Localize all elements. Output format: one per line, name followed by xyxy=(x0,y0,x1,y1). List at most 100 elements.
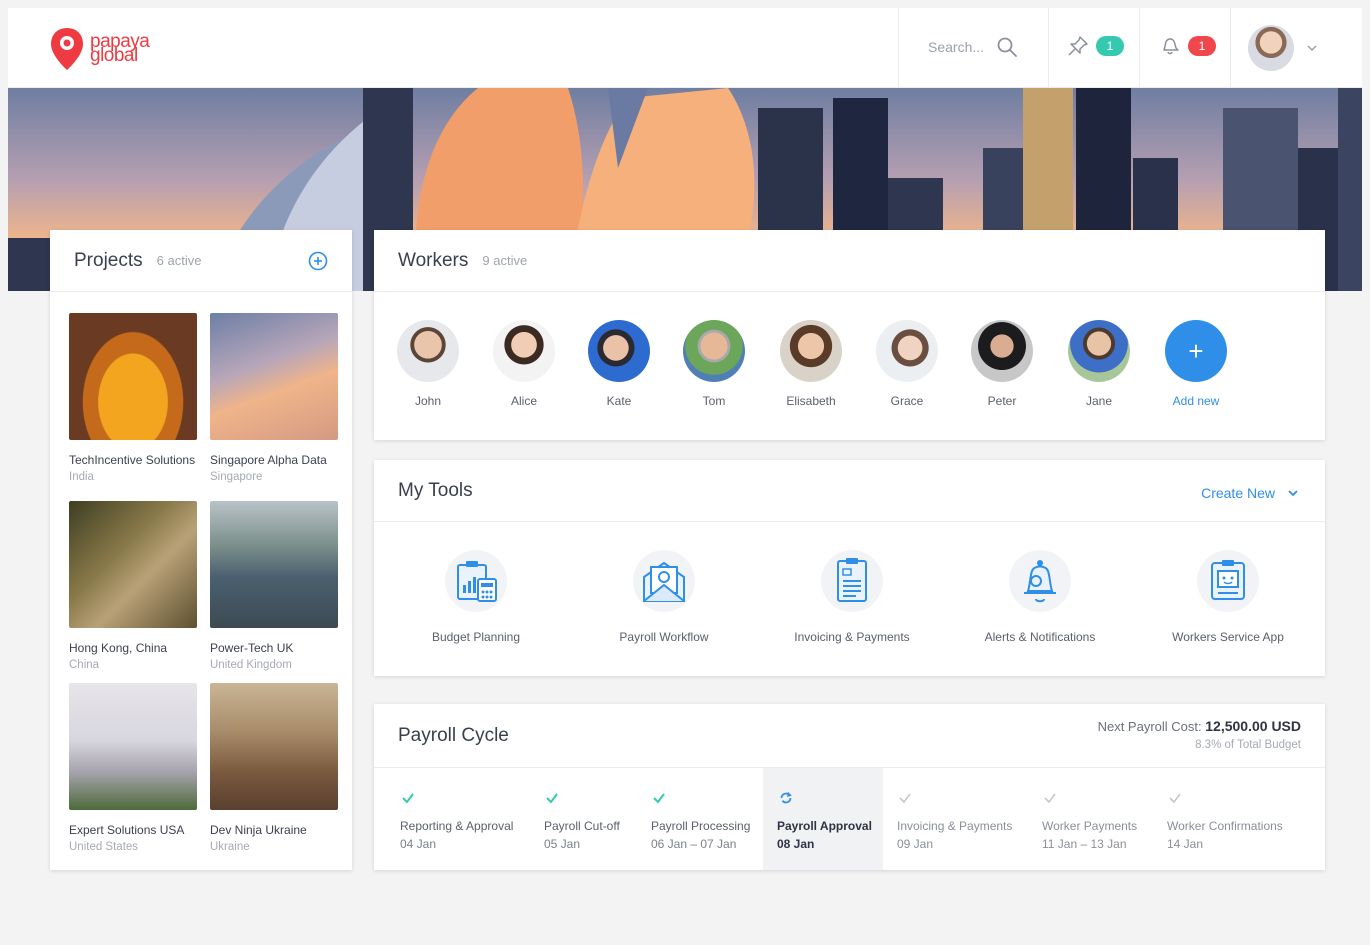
next-payroll-cost: Next Payroll Cost: 12,500.00 USD 8.3% of… xyxy=(1098,718,1301,751)
my-tools-card: My Tools Create New Budget Planning Payr… xyxy=(374,460,1325,676)
project-tile[interactable]: Power-Tech UK United Kingdom xyxy=(210,501,338,671)
pin-icon xyxy=(1068,36,1088,56)
worker-photo xyxy=(780,320,842,382)
tool-label: Workers Service App xyxy=(1172,630,1284,644)
create-new-label: Create New xyxy=(1201,485,1275,501)
project-name: Singapore Alpha Data xyxy=(210,453,327,467)
tool-label: Invoicing & Payments xyxy=(794,630,910,644)
notifications-button[interactable]: 1 xyxy=(1158,34,1216,58)
tool-payroll-workflow[interactable]: Payroll Workflow xyxy=(574,550,754,644)
step-name: Invoicing & Payments xyxy=(897,819,1013,833)
header-divider xyxy=(1230,8,1231,88)
worker-avatar-item[interactable]: Grace xyxy=(867,320,947,408)
tool-label: Budget Planning xyxy=(431,630,521,644)
project-location: United States xyxy=(69,841,139,853)
payroll-step[interactable]: Reporting & Approval 04 Jan xyxy=(374,768,518,870)
payroll-step[interactable]: Worker Payments 11 Jan – 13 Jan xyxy=(1028,768,1153,870)
create-new-dropdown[interactable]: Create New xyxy=(1201,485,1299,501)
worker-avatar-item[interactable]: Alice xyxy=(484,320,564,408)
worker-avatar-item[interactable]: Jane xyxy=(1059,320,1139,408)
step-name: Payroll Cut-off xyxy=(544,819,620,833)
projects-header: Projects 6 active xyxy=(50,230,352,292)
payroll-step[interactable]: Payroll Processing 06 Jan – 07 Jan xyxy=(625,768,763,870)
chevron-down-icon xyxy=(1288,490,1298,497)
payroll-step[interactable]: Payroll Cut-off 05 Jan xyxy=(518,768,625,870)
worker-photo xyxy=(1068,320,1130,382)
project-thumbnail xyxy=(210,313,338,440)
payroll-step-current[interactable]: Payroll Approval 08 Jan xyxy=(763,768,883,870)
project-tile[interactable]: TechIncentive Solutions India xyxy=(69,313,197,483)
worker-avatar-item[interactable]: Peter xyxy=(962,320,1042,408)
header-divider xyxy=(1048,8,1049,88)
worker-photo xyxy=(971,320,1033,382)
payroll-step[interactable]: Worker Confirmations 14 Jan xyxy=(1153,768,1325,870)
project-tile[interactable]: Dev Ninja Ukraine Ukraine xyxy=(210,683,338,853)
step-name: Reporting & Approval xyxy=(400,819,514,833)
worker-photo xyxy=(588,320,650,382)
user-avatar[interactable] xyxy=(1248,25,1294,71)
search-placeholder: Search... xyxy=(928,39,985,55)
worker-avatar-item[interactable]: John xyxy=(388,320,468,408)
check-icon xyxy=(402,793,414,804)
header-divider xyxy=(1139,8,1140,88)
add-project-icon[interactable] xyxy=(308,251,328,271)
refresh-icon xyxy=(780,792,792,804)
project-thumbnail xyxy=(69,313,197,440)
project-name: Hong Kong, China xyxy=(69,641,168,655)
worker-name: Grace xyxy=(890,394,924,408)
payroll-workflow-icon xyxy=(633,550,695,612)
project-thumbnail xyxy=(210,501,338,628)
step-date: 09 Jan xyxy=(897,837,934,851)
search-box[interactable]: Search... xyxy=(928,36,1018,58)
tool-workers-service-app[interactable]: Workers Service App xyxy=(1138,550,1318,644)
cost-value: 12,500.00 USD xyxy=(1205,718,1301,734)
project-tile[interactable]: Expert Solutions USA United States xyxy=(69,683,197,853)
project-tile[interactable]: Hong Kong, China China xyxy=(69,501,197,671)
project-name: Expert Solutions USA xyxy=(69,823,185,837)
payroll-cycle-card: Payroll Cycle Next Payroll Cost: 12,500.… xyxy=(374,704,1325,870)
project-thumbnail xyxy=(69,683,197,810)
worker-name: Jane xyxy=(1085,394,1113,408)
project-location: United Kingdom xyxy=(210,659,292,671)
check-icon xyxy=(1169,793,1181,804)
tool-alerts-notifications[interactable]: Alerts & Notifications xyxy=(950,550,1130,644)
notifications-count-badge: 1 xyxy=(1188,36,1216,56)
papaya-global-logo[interactable]: papaya global xyxy=(50,24,180,74)
chevron-down-icon[interactable] xyxy=(1306,42,1318,54)
tool-label: Payroll Workflow xyxy=(619,630,709,644)
step-date: 11 Jan – 13 Jan xyxy=(1042,837,1127,851)
project-name: Power-Tech UK xyxy=(210,641,294,655)
alerts-icon xyxy=(1009,550,1071,612)
pins-button[interactable]: 1 xyxy=(1066,34,1124,58)
app-frame: papaya global Search... 1 1 Projects 6 a… xyxy=(8,8,1362,945)
project-tile[interactable]: Singapore Alpha Data Singapore xyxy=(210,313,338,483)
top-header: papaya global Search... 1 1 xyxy=(8,8,1362,88)
tool-invoicing-payments[interactable]: Invoicing & Payments xyxy=(762,550,942,644)
step-date: 08 Jan xyxy=(777,837,815,851)
tool-label: Alerts & Notifications xyxy=(984,630,1096,644)
project-location: China xyxy=(69,659,100,671)
project-location: Singapore xyxy=(210,471,263,483)
worker-name: Kate xyxy=(606,394,632,408)
worker-photo xyxy=(493,320,555,382)
payroll-title: Payroll Cycle xyxy=(398,724,509,746)
search-icon xyxy=(997,37,1017,57)
projects-card: Projects 6 active TechIncentive Solution… xyxy=(50,230,352,870)
projects-active-count: 6 active xyxy=(156,253,202,268)
budget-note: 8.3% of Total Budget xyxy=(1195,739,1301,751)
check-icon xyxy=(899,793,911,804)
tools-header: My Tools xyxy=(374,460,1325,522)
logo-pin-icon xyxy=(51,28,83,70)
invoice-icon xyxy=(821,550,883,612)
step-date: 04 Jan xyxy=(400,837,437,851)
worker-avatar-item[interactable]: Elisabeth xyxy=(771,320,851,408)
workers-active-count: 9 active xyxy=(482,253,528,268)
tool-budget-planning[interactable]: Budget Planning xyxy=(386,550,566,644)
add-worker-label: Add new xyxy=(1172,394,1220,408)
worker-avatar-item[interactable]: Kate xyxy=(579,320,659,408)
payroll-step[interactable]: Invoicing & Payments 09 Jan xyxy=(883,768,1028,870)
worker-avatar-item[interactable]: Tom xyxy=(674,320,754,408)
project-location: Ukraine xyxy=(210,841,250,853)
add-worker-button[interactable]: + Add new xyxy=(1156,320,1236,408)
workers-header: Workers 9 active xyxy=(374,230,1325,292)
